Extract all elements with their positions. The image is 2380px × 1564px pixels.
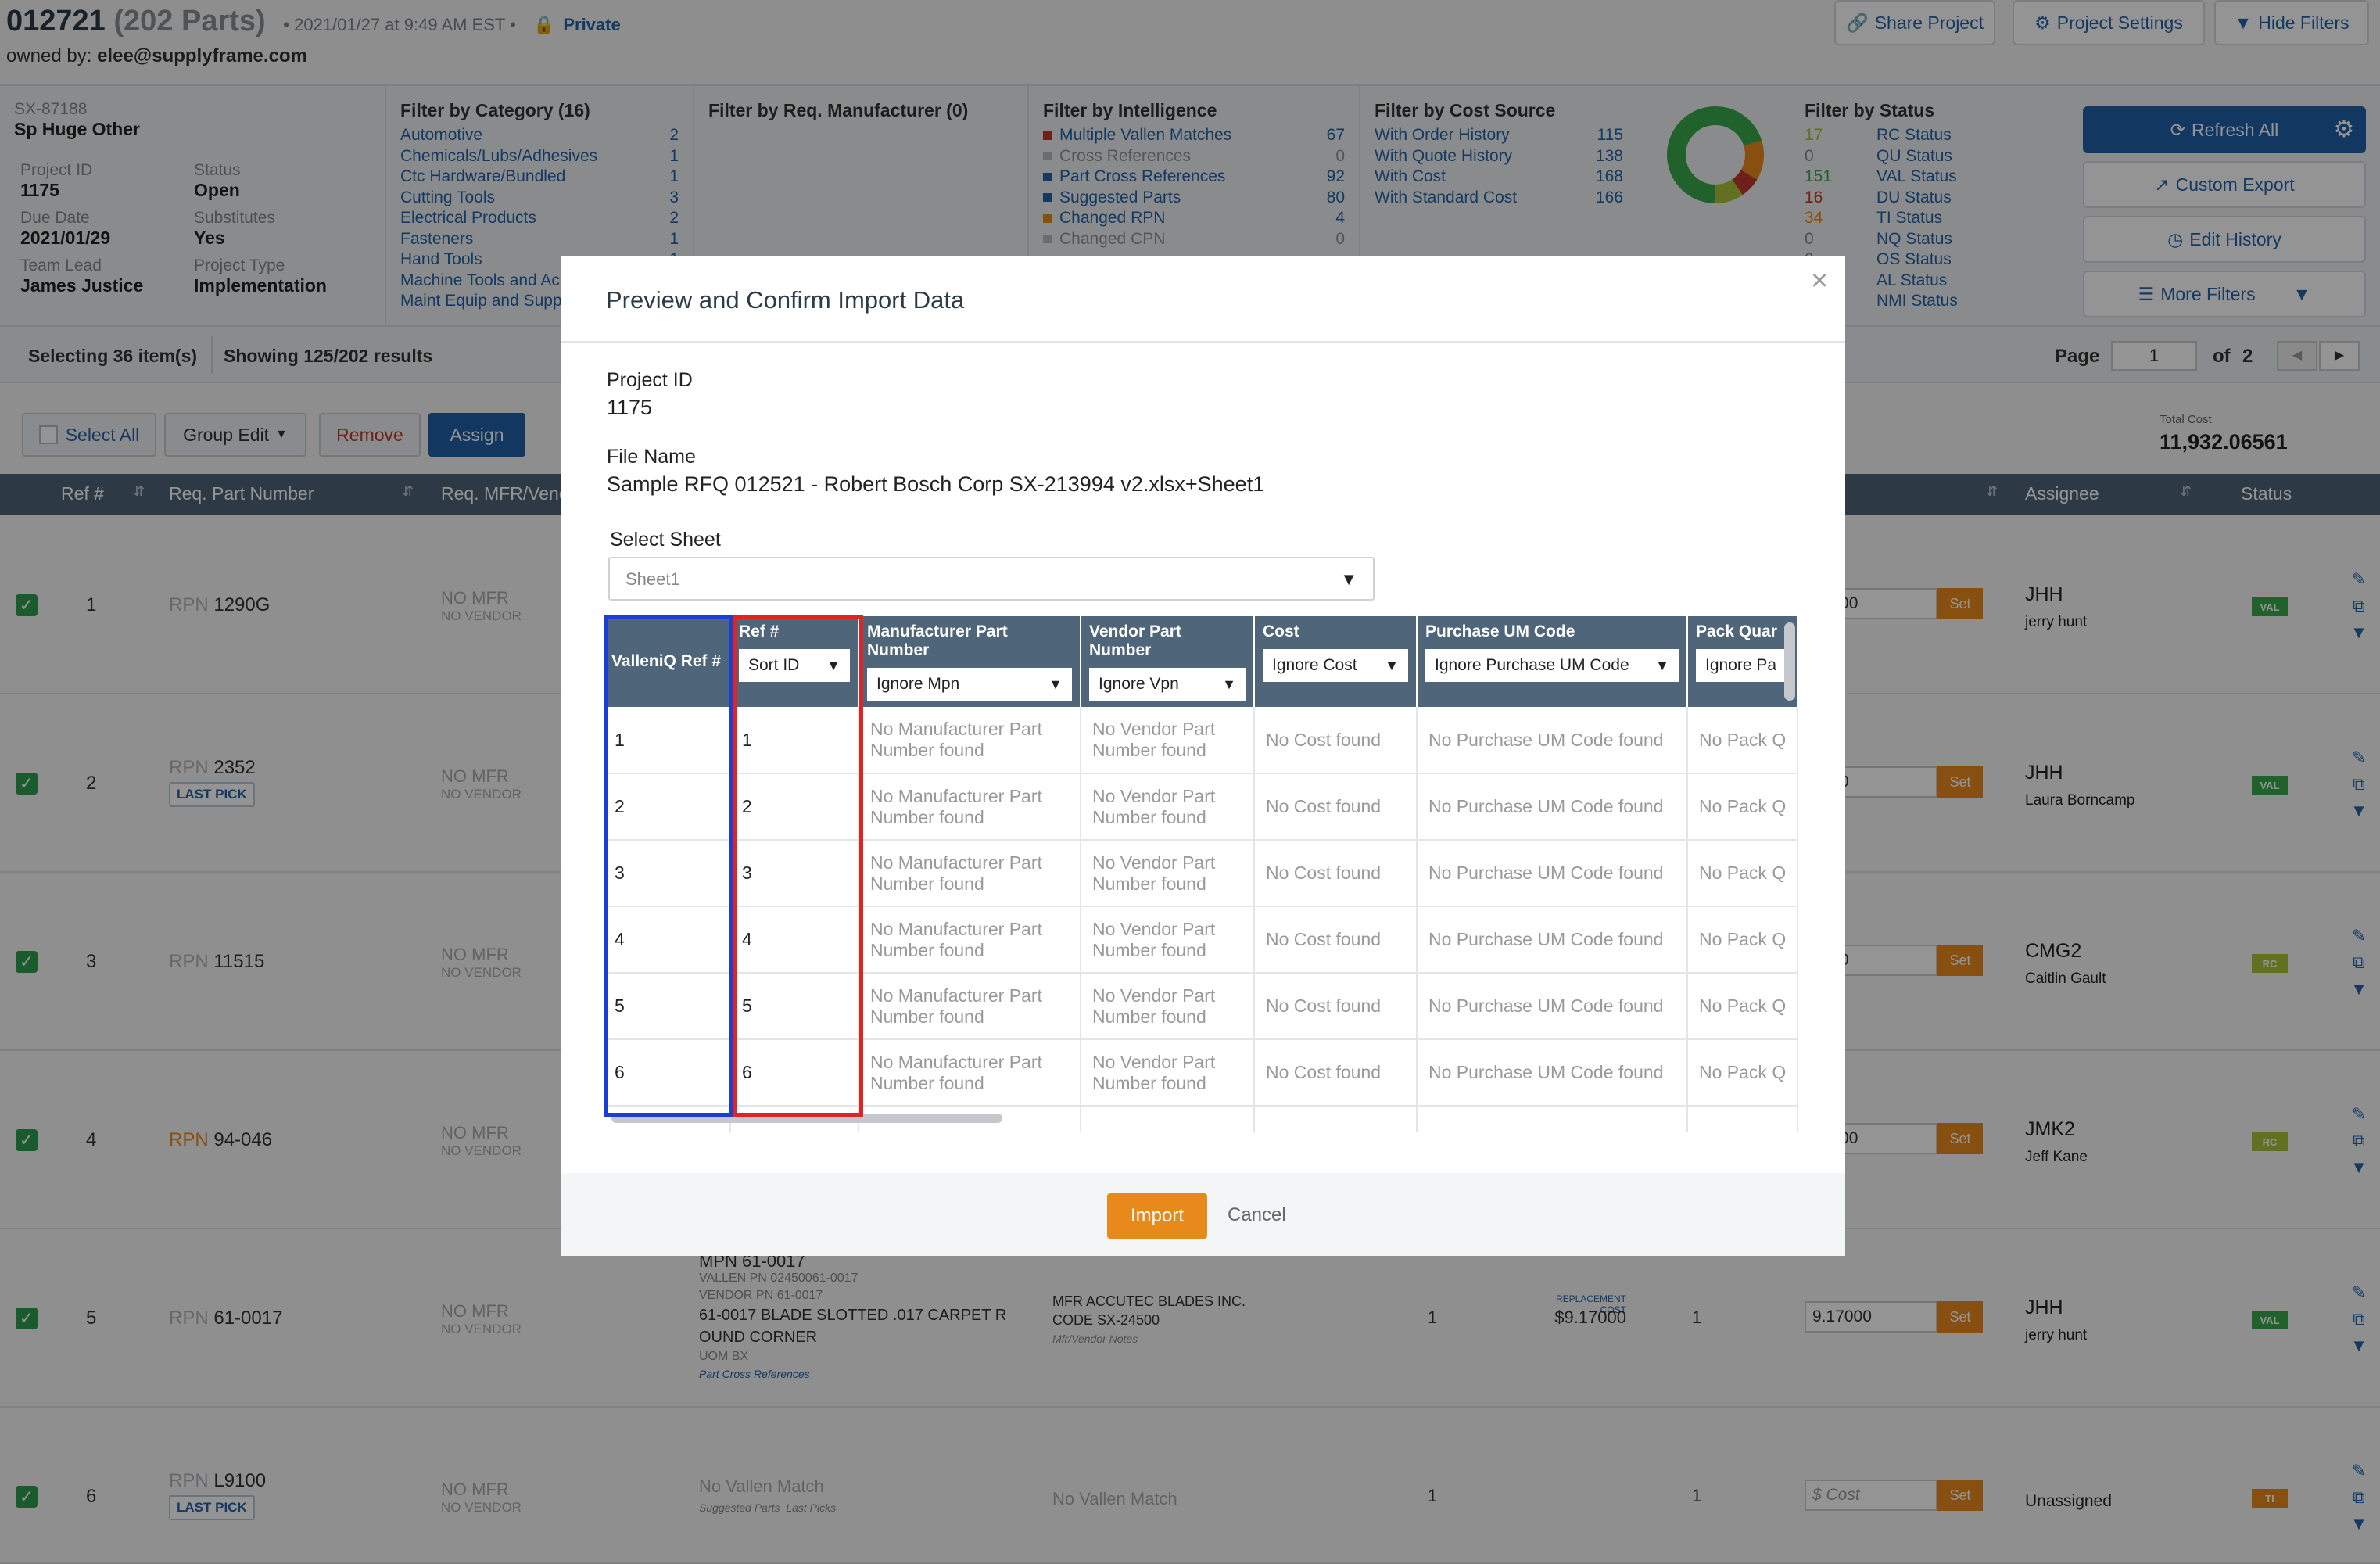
preview-cell: No Manufacturer Part Number found: [858, 773, 1081, 841]
preview-cell: No Vendor Part Number found: [1081, 973, 1255, 1040]
chevron-down-icon: ▼: [1655, 657, 1669, 673]
preview-cell: No Manufacturer Part Number found: [858, 973, 1081, 1040]
column-header-label: Purchase UM Code: [1425, 622, 1575, 640]
preview-cell: No Manufacturer Part Number found: [858, 1039, 1081, 1107]
column-mapping-value: Ignore Vpn: [1099, 675, 1179, 693]
preview-cell: No Pack Q: [1687, 773, 1799, 841]
column-mapping-value: Ignore Mpn: [876, 675, 960, 693]
preview-cell: No Pack Q: [1687, 973, 1799, 1040]
preview-cell: No Cost found: [1254, 840, 1418, 907]
preview-cell: No Cost found: [1254, 707, 1418, 774]
column-mapping-select[interactable]: Ignore Vpn ▼: [1089, 668, 1246, 701]
preview-cell: No Purchase UM Code found: [1417, 707, 1688, 774]
modal-title: Preview and Confirm Import Data: [606, 286, 965, 314]
preview-cell: No Vendor Part Number found: [1081, 707, 1255, 774]
vertical-scrollbar[interactable]: [1784, 622, 1795, 701]
preview-cell: No Manufacturer Part Number found: [858, 707, 1081, 774]
preview-cell: No Purchase UM Code found: [1417, 906, 1688, 974]
preview-cell: No Pack Q: [1687, 1039, 1799, 1107]
preview-cell: No Manufacturer Part Number found: [858, 840, 1081, 907]
column-header-label: Pack Quar: [1696, 622, 1777, 640]
file-name-value: Sample RFQ 012521 - Robert Bosch Corp SX…: [607, 472, 1265, 496]
preview-cell: No Pack Q: [1687, 707, 1799, 774]
preview-cell: No Vendor Part: [1081, 1106, 1255, 1132]
col-mpn: Manufacturer Part Number Ignore Mpn ▼: [858, 616, 1081, 707]
preview-cell: No Purchase UM Code found: [1417, 1106, 1688, 1132]
preview-cell: No Purchase UM Code found: [1417, 1039, 1688, 1107]
preview-cell: No Vendor Part Number found: [1081, 840, 1255, 907]
preview-cell: No Vendor Part Number found: [1081, 1039, 1255, 1107]
file-name-label: File Name: [607, 446, 696, 468]
modal-project-id-label: Project ID: [607, 369, 693, 391]
col-vpn: Vendor Part Number Ignore Vpn ▼: [1081, 616, 1255, 707]
preview-cell: No Cost found: [1254, 773, 1418, 841]
close-icon[interactable]: ×: [1811, 264, 1828, 298]
ref-column-highlight-blue: [604, 615, 733, 1117]
preview-cell: No Cost found: [1254, 1106, 1418, 1132]
column-mapping-select[interactable]: Ignore Mpn ▼: [867, 668, 1072, 701]
column-header-label: Vendor Part Number: [1089, 622, 1181, 659]
ref-column-highlight-red: [733, 615, 863, 1117]
col-pack-qty: Pack Quar Ignore Pa: [1687, 616, 1799, 707]
chevron-down-icon: ▼: [1340, 569, 1357, 589]
preview-cell: No Purchase UM Code found: [1417, 973, 1688, 1040]
preview-cell: No Cost found: [1254, 906, 1418, 974]
column-header-label: Cost: [1263, 622, 1299, 640]
modal-project-id-value: 1175: [607, 396, 653, 419]
preview-cell: No Purchase UM Code found: [1417, 773, 1688, 841]
preview-cell: No Pack Q: [1687, 840, 1799, 907]
column-mapping-value: Ignore Purchase UM Code: [1435, 656, 1629, 674]
column-header-label: Manufacturer Part Number: [867, 622, 1008, 659]
column-mapping-value: Ignore Pa: [1705, 656, 1777, 674]
column-mapping-select[interactable]: Ignore Cost ▼: [1263, 649, 1408, 682]
chevron-down-icon: ▼: [1385, 657, 1399, 673]
column-mapping-select[interactable]: Ignore Pa: [1696, 649, 1790, 682]
preview-cell: No Manufacturer Part Number found: [858, 906, 1081, 974]
column-mapping-value: Ignore Cost: [1272, 656, 1357, 674]
preview-cell: No Vendor Part Number found: [1081, 906, 1255, 974]
preview-cell: No Vendor Part Number found: [1081, 773, 1255, 841]
preview-cell: No Pack Q: [1687, 1106, 1799, 1132]
preview-cell: No Pack Q: [1687, 906, 1799, 974]
sheet-select[interactable]: Sheet1 ▼: [608, 557, 1375, 601]
preview-cell: No Cost found: [1254, 973, 1418, 1040]
column-mapping-select[interactable]: Ignore Purchase UM Code ▼: [1425, 649, 1679, 682]
import-button[interactable]: Import: [1107, 1193, 1207, 1239]
chevron-down-icon: ▼: [1048, 676, 1063, 692]
col-cost: Cost Ignore Cost ▼: [1254, 616, 1418, 707]
select-sheet-label: Select Sheet: [610, 529, 721, 551]
preview-cell: No Purchase UM Code found: [1417, 840, 1688, 907]
cancel-button[interactable]: Cancel: [1228, 1204, 1286, 1226]
preview-cell: No Cost found: [1254, 1039, 1418, 1107]
chevron-down-icon: ▼: [1222, 676, 1236, 692]
col-purchase-um: Purchase UM Code Ignore Purchase UM Code ▼: [1417, 616, 1688, 707]
sheet-select-value: Sheet1: [625, 569, 680, 589]
modal-divider: [561, 341, 1845, 343]
